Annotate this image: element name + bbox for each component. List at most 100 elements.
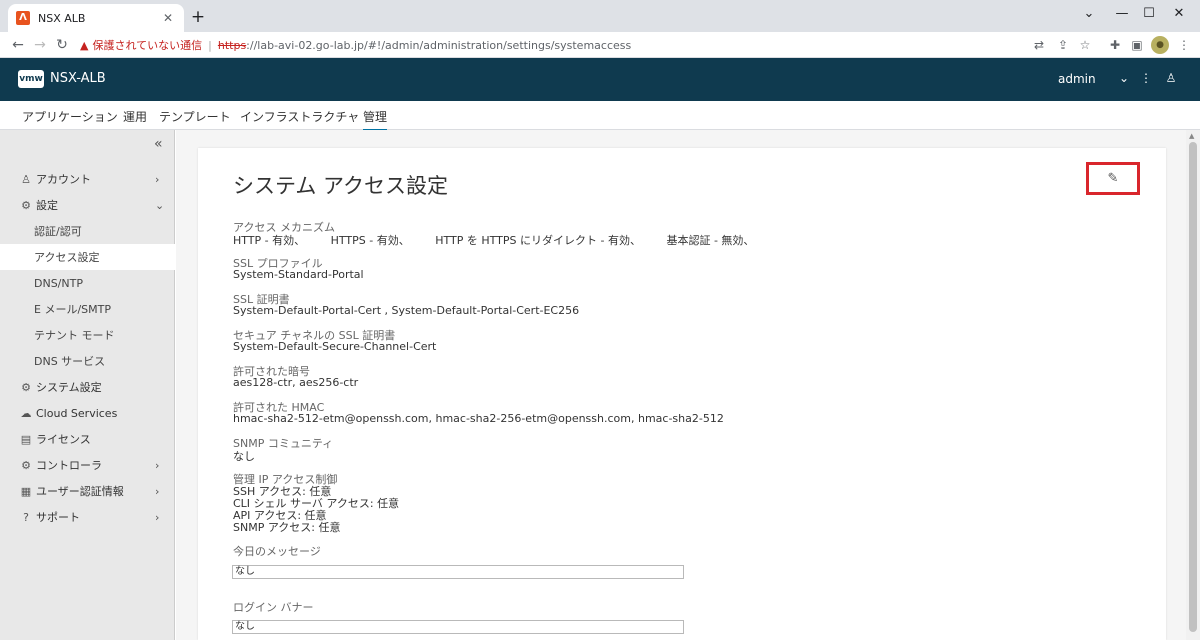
sidebar-item-cloud-services[interactable]: ☁ Cloud Services: [0, 400, 175, 426]
vmw-logo: vmw: [18, 70, 44, 88]
omnibox-divider: |: [208, 38, 212, 52]
browser-tab-bar: Λ NSX ALB ✕ + ⌄ — ☐ ✕: [0, 0, 1200, 32]
allowed-ciphers-value: aes128-ctr, aes256-ctr: [233, 376, 359, 389]
sidebar-item-support[interactable]: ? サポート ›: [0, 504, 175, 530]
url-path: ://lab-avi-02.go-lab.jp/#!/admin/adminis…: [246, 38, 632, 52]
sidebar-item-label: ライセンス: [36, 433, 91, 446]
user-profile-icon[interactable]: ♙: [1164, 71, 1178, 85]
allowed-hmac-value: hmac-sha2-512-etm@openssh.com, hmac-sha2…: [233, 412, 724, 425]
minimize-icon[interactable]: —: [1113, 6, 1131, 21]
settings-icon: ⚙: [21, 198, 31, 212]
chevron-right-icon: ›: [155, 172, 160, 186]
support-icon: ?: [23, 510, 29, 524]
page-title: システム アクセス設定: [233, 174, 448, 198]
warning-icon: ▲: [80, 38, 89, 52]
user-menu[interactable]: admin: [1058, 72, 1096, 86]
sidebar-item-dns-service[interactable]: DNS サービス: [0, 348, 175, 374]
sidebar-item-controller[interactable]: ⚙ コントローラ ›: [0, 452, 175, 478]
license-icon: ▤: [20, 432, 32, 446]
sidebar-item-settings[interactable]: ⚙ 設定 ⌄: [0, 192, 175, 218]
https-value: HTTPS - 有効、: [330, 234, 410, 247]
sidebar-item-label: DNS サービス: [34, 355, 106, 368]
pencil-icon: ✎: [1107, 171, 1119, 186]
account-icon: ♙: [21, 172, 31, 186]
url-omnibox[interactable]: ▲ 保護されていない通信 | https ://lab-avi-02.go-la…: [80, 34, 1020, 56]
sidebar: « ♙ アカウント › ⚙ 設定 ⌄ 認証/認可 アクセス設定 DNS/NTP …: [0, 130, 175, 640]
sidebar-item-label: ユーザー認証情報: [36, 485, 124, 498]
sidebar-item-email-smtp[interactable]: E メール/SMTP: [0, 296, 175, 322]
address-bar: ← → ↻ ▲ 保護されていない通信 | https ://lab-avi-02…: [0, 32, 1200, 58]
window-close-icon[interactable]: ✕: [1170, 6, 1188, 21]
motd-label: 今日のメッセージ: [233, 545, 321, 558]
access-mechanism-values: HTTP - 有効、 HTTPS - 有効、 HTTP を HTTPS にリダイ…: [233, 232, 776, 248]
sidebar-item-tenant-mode[interactable]: テナント モード: [0, 322, 175, 348]
tab-close-icon[interactable]: ✕: [160, 11, 176, 25]
app-name: NSX-ALB: [50, 71, 106, 86]
extensions-icon[interactable]: ✚: [1106, 36, 1124, 54]
motd-field[interactable]: なし: [232, 565, 684, 579]
sidebar-item-account[interactable]: ♙ アカウント ›: [0, 166, 175, 192]
secure-channel-cert-value: System-Default-Secure-Channel-Cert: [233, 340, 437, 353]
bookmark-star-icon[interactable]: ☆: [1076, 36, 1094, 54]
sidebar-item-label: DNS/NTP: [34, 276, 83, 290]
chevron-down-icon: ⌄: [155, 198, 165, 212]
url-scheme: https: [217, 38, 247, 52]
sidebar-item-label: E メール/SMTP: [34, 303, 111, 316]
controller-icon: ⚙: [21, 458, 31, 472]
edit-button[interactable]: ✎: [1086, 162, 1140, 195]
cloud-services-icon: ☁: [20, 406, 32, 420]
sidebar-item-auth[interactable]: 認証/認可: [0, 218, 175, 244]
forward-icon[interactable]: →: [30, 35, 50, 55]
nav-infrastructure[interactable]: インフラストラクチャ: [240, 108, 359, 125]
chevron-right-icon: ›: [155, 458, 160, 472]
nav-administration[interactable]: 管理: [363, 108, 388, 131]
sidebar-item-user-credentials[interactable]: ▦ ユーザー認証情報 ›: [0, 478, 175, 504]
new-tab-button[interactable]: +: [190, 8, 206, 26]
sidebar-item-label: Cloud Services: [36, 406, 118, 420]
snmp-community-value: なし: [233, 450, 255, 463]
translate-icon[interactable]: ⇄: [1030, 36, 1048, 54]
sidebar-item-label: サポート: [36, 511, 80, 524]
sidebar-item-access-settings[interactable]: アクセス設定: [0, 244, 175, 270]
page-scrollbar[interactable]: ▲: [1186, 130, 1200, 640]
nav-applications[interactable]: アプリケーション: [22, 108, 118, 125]
back-icon[interactable]: ←: [8, 35, 28, 55]
sidebar-item-label: コントローラ: [36, 459, 102, 472]
sidebar-item-label: アクセス設定: [34, 251, 100, 264]
login-banner-label: ログイン バナー: [233, 601, 314, 614]
more-menu-icon[interactable]: ⋮: [1139, 71, 1153, 85]
nsx-alb-favicon-icon: Λ: [16, 11, 30, 25]
login-banner-field[interactable]: なし: [232, 620, 684, 634]
profile-avatar-icon[interactable]: ●: [1151, 36, 1169, 54]
reload-icon[interactable]: ↻: [52, 35, 72, 55]
snmp-access-value: SNMP アクセス: 任意: [233, 521, 341, 534]
menu-kebab-icon[interactable]: ⋮: [1175, 36, 1193, 54]
share-icon[interactable]: ⇪: [1054, 36, 1072, 54]
nav-templates[interactable]: テンプレート: [159, 108, 231, 125]
sidebar-item-dns-ntp[interactable]: DNS/NTP: [0, 270, 175, 296]
maximize-icon[interactable]: ☐: [1140, 6, 1158, 21]
ssl-cert-value: System-Default-Portal-Cert , System-Defa…: [233, 304, 580, 317]
collapse-sidebar-icon[interactable]: «: [154, 136, 163, 152]
sidebar-item-system-settings[interactable]: ⚙ システム設定: [0, 374, 175, 400]
chevron-right-icon: ›: [155, 510, 160, 524]
scroll-up-icon[interactable]: ▲: [1189, 132, 1194, 140]
browser-tab[interactable]: Λ NSX ALB ✕: [8, 4, 184, 32]
sidebar-item-license[interactable]: ▤ ライセンス: [0, 426, 175, 452]
system-settings-icon: ⚙: [21, 380, 31, 394]
basic-auth-value: 基本認証 - 無効、: [666, 234, 755, 247]
sidebar-item-label: テナント モード: [34, 329, 115, 342]
ssl-profile-value: System-Standard-Portal: [233, 268, 364, 281]
tab-search-icon[interactable]: ⌄: [1080, 6, 1098, 21]
sidebar-item-label: 設定: [36, 199, 58, 212]
user-credentials-icon: ▦: [20, 484, 32, 498]
tab-title: NSX ALB: [38, 11, 86, 25]
nav-operations[interactable]: 運用: [123, 108, 147, 125]
chevron-down-icon[interactable]: ⌄: [1117, 71, 1131, 85]
security-warning-text[interactable]: 保護されていない通信: [92, 37, 202, 53]
scrollbar-thumb[interactable]: [1189, 142, 1197, 632]
sidepanel-icon[interactable]: ▣: [1128, 36, 1146, 54]
sidebar-item-label: システム設定: [36, 381, 102, 394]
sidebar-item-label: 認証/認可: [34, 225, 82, 238]
app-header: vmw NSX-ALB admin ⌄ ⋮ ♙: [0, 58, 1200, 101]
